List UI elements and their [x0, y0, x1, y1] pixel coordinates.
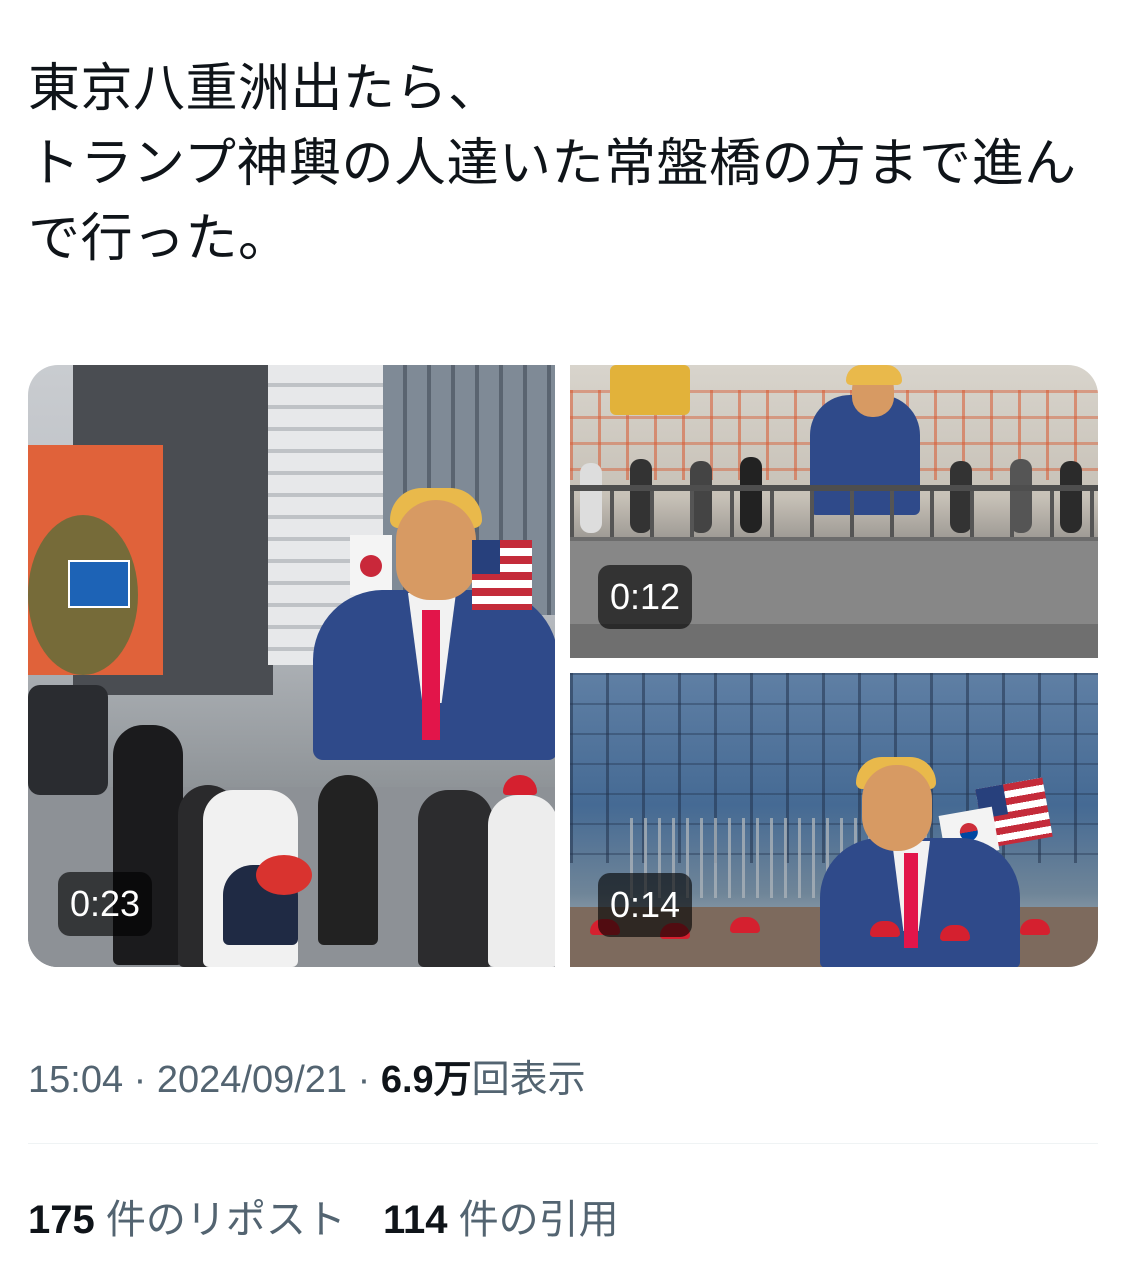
tweet-text: 東京八重洲出たら、 トランプ神輿の人達いた常盤橋の方まで進ん で行った。 — [28, 52, 1108, 277]
engagement-stats: 175 件のリポスト 114 件の引用 — [28, 1187, 645, 1245]
video-thumbnail-3[interactable]: 0:14 — [570, 673, 1098, 967]
tweet-meta: 15:04 · 2024/09/21 · 6.9万回表示 — [28, 1048, 586, 1103]
media-grid: 0:23 0:12 0:14 — [28, 365, 1098, 967]
views-count: 6.9万 — [380, 1059, 472, 1101]
timestamp-date[interactable]: 2024/09/21 — [157, 1059, 347, 1101]
quotes-link[interactable]: 114 件の引用 — [383, 1187, 619, 1245]
tweet-text-line: 東京八重洲出たら、 — [28, 59, 501, 119]
tweet-text-line: で行った。 — [28, 209, 291, 269]
tweet-text-line: トランプ神輿の人達いた常盤橋の方まで進ん — [28, 134, 1077, 194]
reposts-count: 175 — [28, 1198, 95, 1242]
reposts-label: 件のリポスト — [105, 1198, 346, 1242]
video-duration-badge: 0:14 — [598, 873, 693, 937]
video-thumbnail-2[interactable]: 0:12 — [570, 365, 1098, 658]
reposts-link[interactable]: 175 件のリポスト — [28, 1187, 346, 1245]
quotes-label: 件の引用 — [458, 1198, 619, 1242]
japan-flag — [350, 535, 392, 595]
timestamp-time[interactable]: 15:04 — [28, 1059, 123, 1101]
video-duration-badge: 0:23 — [58, 872, 153, 936]
views-label: 回表示 — [471, 1059, 586, 1101]
meta-separator: · — [133, 1059, 147, 1101]
video-thumbnail-1[interactable]: 0:23 — [28, 365, 555, 967]
street-sign — [68, 560, 130, 608]
quotes-count: 114 — [383, 1198, 448, 1242]
us-flag — [472, 540, 532, 610]
video-duration-badge: 0:12 — [598, 565, 693, 629]
meta-separator: · — [357, 1059, 371, 1101]
divider — [28, 1143, 1098, 1144]
